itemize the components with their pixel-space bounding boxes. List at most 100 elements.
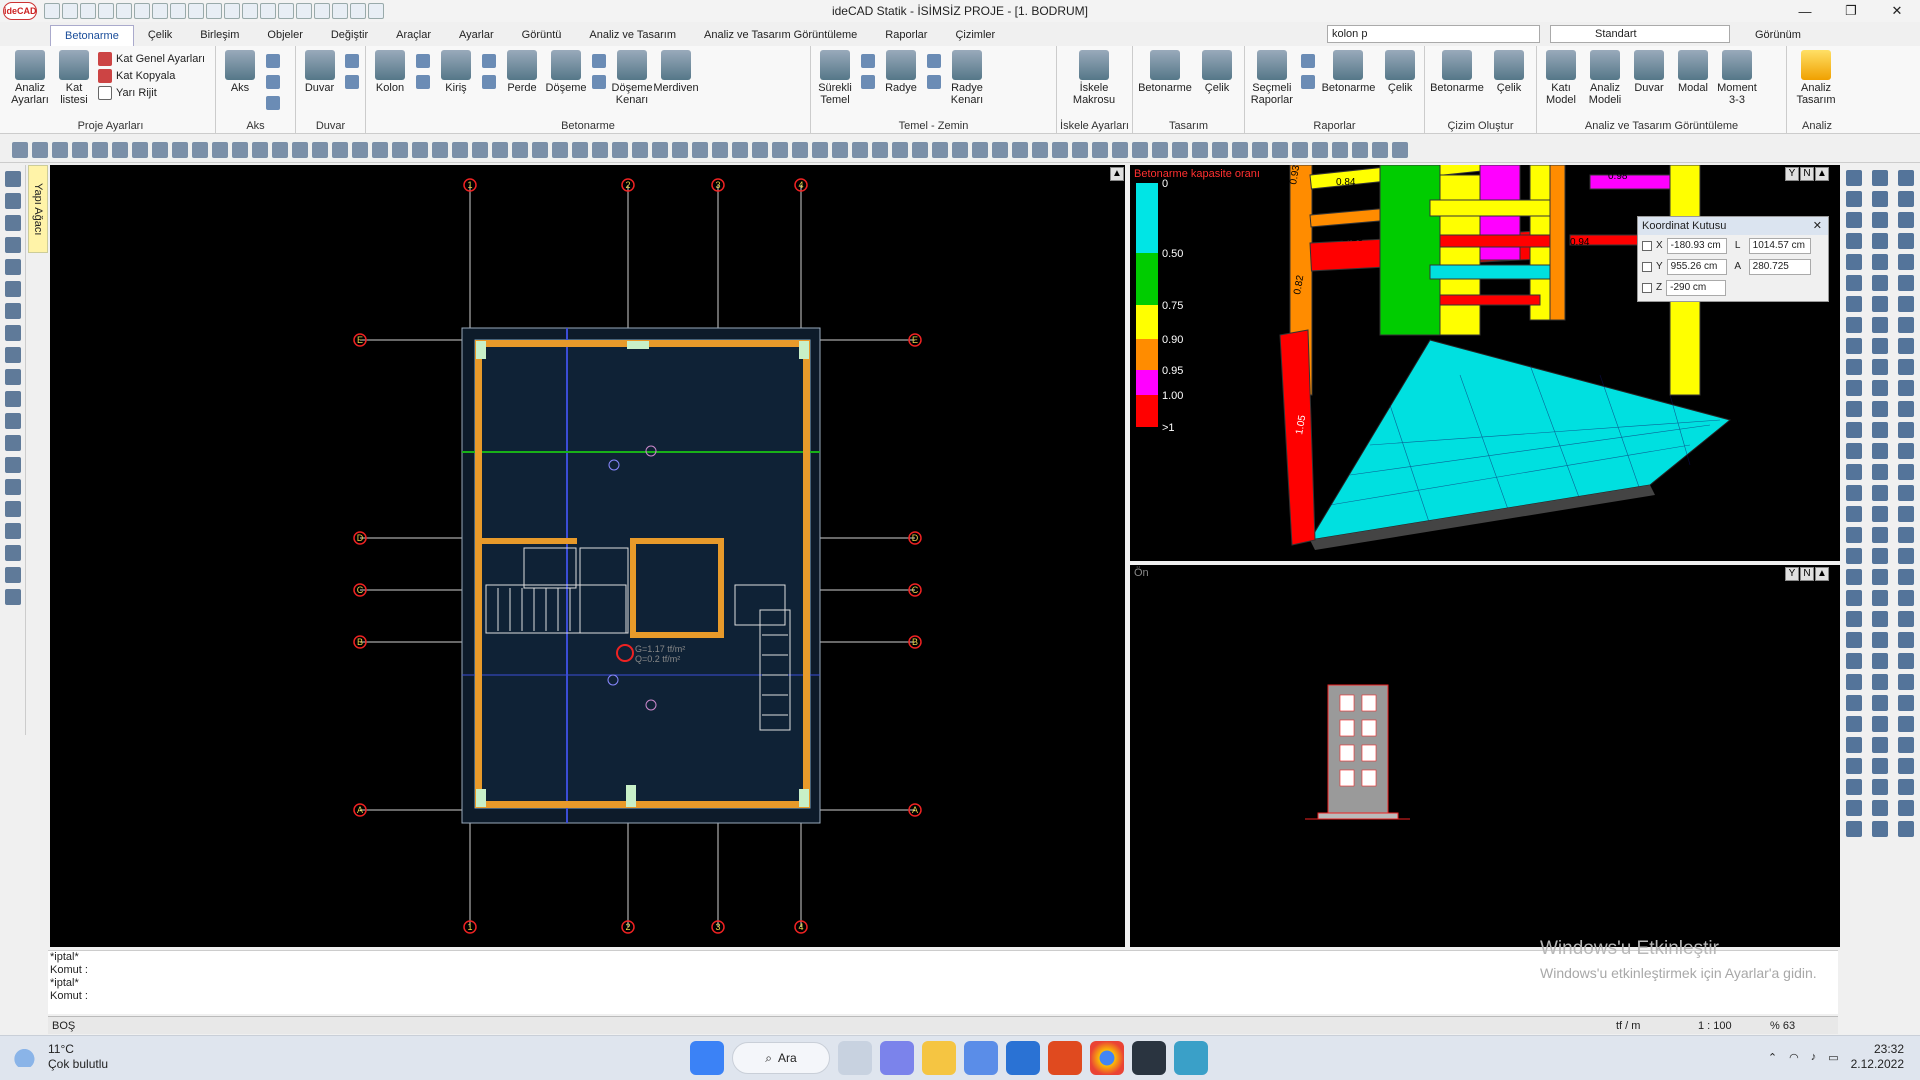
angle-field[interactable]: 280.725	[1748, 258, 1811, 275]
cizim-celik-button[interactable]: Çelik	[1489, 50, 1529, 94]
kolon-button[interactable]: Kolon	[370, 50, 410, 94]
drawing-tool-icon[interactable]	[672, 141, 688, 158]
cizim-betonarme-button[interactable]: Betonarme	[1429, 50, 1485, 94]
right-c-tool-icon[interactable]	[1898, 674, 1914, 690]
right-b-tool-icon[interactable]	[1872, 821, 1888, 837]
right-a-tool-icon[interactable]	[1846, 485, 1862, 501]
left-tool-icon[interactable]	[5, 303, 21, 319]
right-a-tool-icon[interactable]	[1846, 632, 1862, 648]
right-c-tool-icon[interactable]	[1898, 758, 1914, 774]
drawing-tool-icon[interactable]	[1352, 141, 1368, 158]
aks-rotate-icon[interactable]	[266, 75, 280, 89]
right-a-tool-icon[interactable]	[1846, 233, 1862, 249]
drawing-tool-icon[interactable]	[1332, 141, 1348, 158]
undo-icon[interactable]	[134, 3, 150, 19]
duvar-button[interactable]: Duvar	[300, 50, 339, 94]
yari-rijit-checkbox[interactable]: Yarı Rijit	[98, 86, 205, 100]
drawing-tool-icon[interactable]	[32, 141, 48, 158]
right-b-tool-icon[interactable]	[1872, 380, 1888, 396]
left-tool-icon[interactable]	[5, 193, 21, 209]
rapor-betonarme-button[interactable]: Betonarme	[1321, 50, 1377, 94]
drawing-tool-icon[interactable]	[372, 141, 388, 158]
right-b-tool-icon[interactable]	[1872, 506, 1888, 522]
x-coordinate-field[interactable]: -180.93 cm	[1666, 237, 1727, 254]
right-a-tool-icon[interactable]	[1846, 821, 1862, 837]
kiris-button[interactable]: Kiriş	[436, 50, 476, 94]
drawing-tool-icon[interactable]	[552, 141, 568, 158]
drawing-tool-icon[interactable]	[112, 141, 128, 158]
right-c-tool-icon[interactable]	[1898, 611, 1914, 627]
drawing-tool-icon[interactable]	[972, 141, 988, 158]
right-a-tool-icon[interactable]	[1846, 800, 1862, 816]
surekli-temel-button[interactable]: Sürekli Temel	[815, 50, 855, 106]
right-a-tool-icon[interactable]	[1846, 653, 1862, 669]
right-c-tool-icon[interactable]	[1898, 275, 1914, 291]
volume-icon[interactable]: ♪	[1811, 1051, 1817, 1063]
right-c-tool-icon[interactable]	[1898, 716, 1914, 732]
tab-betonarme[interactable]: Betonarme	[50, 24, 134, 46]
home-icon[interactable]	[44, 3, 60, 19]
right-a-tool-icon[interactable]	[1846, 296, 1862, 312]
kati-model-button[interactable]: Katı Model	[1541, 50, 1581, 106]
y-axis-icon[interactable]: Y	[1785, 567, 1799, 581]
right-a-tool-icon[interactable]	[1846, 548, 1862, 564]
right-b-tool-icon[interactable]	[1872, 422, 1888, 438]
tab-objeler[interactable]: Objeler	[253, 25, 316, 45]
ortho-icon[interactable]	[296, 3, 312, 19]
drawing-tool-icon[interactable]	[872, 141, 888, 158]
moment-button[interactable]: Moment 3-3	[1717, 50, 1757, 106]
raft-grid-icon[interactable]	[927, 75, 941, 89]
y-axis-icon[interactable]: Y	[1785, 167, 1799, 181]
length-field[interactable]: 1014.57 cm	[1748, 237, 1811, 254]
right-b-tool-icon[interactable]	[1872, 485, 1888, 501]
drawing-tool-icon[interactable]	[772, 141, 788, 158]
kat-listesi-button[interactable]: Kat listesi	[54, 50, 94, 106]
right-b-tool-icon[interactable]	[1872, 359, 1888, 375]
wifi-icon[interactable]: ◠	[1789, 1051, 1799, 1064]
right-a-tool-icon[interactable]	[1846, 401, 1862, 417]
modal-button[interactable]: Modal	[1673, 50, 1713, 94]
merdiven-button[interactable]: Merdiven	[653, 50, 699, 94]
close-icon[interactable]: ✕	[1813, 217, 1822, 235]
weather-widget[interactable]: 11°C Çok bulutlu	[14, 1042, 108, 1072]
drawing-tool-icon[interactable]	[292, 141, 308, 158]
drawing-tool-icon[interactable]	[512, 141, 528, 158]
right-a-tool-icon[interactable]	[1846, 716, 1862, 732]
text-icon[interactable]	[350, 3, 366, 19]
left-tool-icon[interactable]	[5, 479, 21, 495]
mail-icon[interactable]	[1006, 1041, 1040, 1075]
drawing-tool-icon[interactable]	[1112, 141, 1128, 158]
drawing-tool-icon[interactable]	[752, 141, 768, 158]
radye-kenari-button[interactable]: Radye Kenarı	[947, 50, 987, 106]
open-icon[interactable]	[80, 3, 96, 19]
right-c-tool-icon[interactable]	[1898, 317, 1914, 333]
report-small-icon[interactable]	[1300, 54, 1315, 68]
drawing-tool-icon[interactable]	[1392, 141, 1408, 158]
drawing-tool-icon[interactable]	[1272, 141, 1288, 158]
standard-select[interactable]: Standart	[1550, 25, 1730, 43]
drawing-tool-icon[interactable]	[1092, 141, 1108, 158]
drawing-tool-icon[interactable]	[432, 141, 448, 158]
drawing-tool-icon[interactable]	[352, 141, 368, 158]
right-a-tool-icon[interactable]	[1846, 191, 1862, 207]
globe-app-icon[interactable]	[1174, 1041, 1208, 1075]
drawing-tool-icon[interactable]	[232, 141, 248, 158]
left-tool-icon[interactable]	[5, 171, 21, 187]
tasarim-betonarme-button[interactable]: Betonarme	[1137, 50, 1193, 94]
drawing-tool-icon[interactable]	[1232, 141, 1248, 158]
right-b-tool-icon[interactable]	[1872, 296, 1888, 312]
office-icon[interactable]	[1048, 1041, 1082, 1075]
right-a-tool-icon[interactable]	[1846, 506, 1862, 522]
tab-analiz-tasarim-goruntuleme[interactable]: Analiz ve Tasarım Görüntüleme	[690, 25, 871, 45]
wall-break-icon[interactable]	[345, 75, 359, 89]
n-icon[interactable]: N	[1800, 167, 1814, 181]
right-c-tool-icon[interactable]	[1898, 590, 1914, 606]
plan-view[interactable]: ▲ G=1.17 tf/m² Q=0.2 tf/m² 1 2 3 4 1 2 3…	[50, 165, 1125, 947]
beam-edit-icon[interactable]	[482, 75, 496, 89]
right-c-tool-icon[interactable]	[1898, 737, 1914, 753]
right-b-tool-icon[interactable]	[1872, 254, 1888, 270]
drawing-tool-icon[interactable]	[212, 141, 228, 158]
right-b-tool-icon[interactable]	[1872, 212, 1888, 228]
right-c-tool-icon[interactable]	[1898, 464, 1914, 480]
right-b-tool-icon[interactable]	[1872, 464, 1888, 480]
